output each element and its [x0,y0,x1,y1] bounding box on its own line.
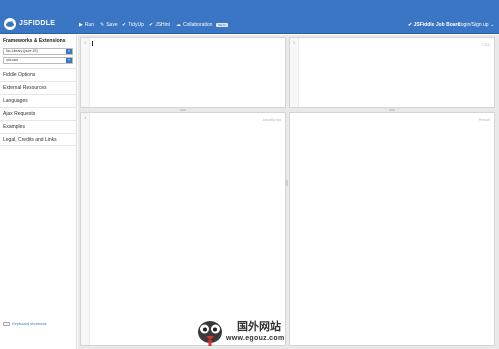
keyboard-shortcuts-label: Keyboard shortcuts [12,321,47,326]
result-panel[interactable]: Result [289,112,495,346]
sidebar-item-ajax-requests[interactable]: Ajax Requests [0,107,77,120]
run-button-label: Run [84,22,95,28]
horizontal-resize-handle[interactable] [180,109,186,111]
editor-panels: 1 1 CSS 1 JavaScript Result [78,35,499,349]
top-navbar: JSFIDDLE ⌄ ▶ Run ✎ Save ✔ TidyUp ✔ JSHin… [0,0,499,34]
javascript-panel-label: JavaScript [262,117,281,122]
load-type-select[interactable]: onLoad ▾ [3,57,73,64]
select-arrow-icon: ▾ [66,49,72,54]
tidyup-button[interactable]: ✔ TidyUp [122,22,144,28]
run-button[interactable]: ▶ Run [79,22,94,28]
egouz-watermark: 国外网站 www.egouz.com [193,316,323,348]
beta-badge: BETA [216,23,229,27]
check-icon: ✔ [122,22,127,28]
jshint-button[interactable]: ✔ JSHint [149,22,170,28]
signin-caret-icon: ⌄ [489,22,495,28]
login-signup-label: Login/Sign up [458,22,489,28]
watermark-url: www.egouz.com [226,335,285,342]
javascript-editor-panel[interactable]: 1 JavaScript [80,112,286,346]
line-number: 1 [293,41,296,45]
html-editor-panel[interactable]: 1 [80,37,286,108]
horizontal-resize-handle[interactable] [389,109,395,111]
jsfiddle-logo-icon[interactable] [4,18,16,30]
framework-select[interactable]: No-Library (pure JS) ▾ [3,48,73,55]
play-icon: ▶ [79,22,83,28]
line-gutter: 1 [81,38,90,107]
sidebar: Frameworks & Extensions No-Library (pure… [0,35,77,349]
save-button-label: Save [106,22,118,28]
sidebar-item-legal[interactable]: Legal, Credits and Links [0,133,77,146]
line-number: 1 [84,41,87,45]
load-type-select-value: onLoad [6,58,18,62]
line-gutter: 1 [290,38,299,107]
login-signup-link[interactable]: Login/Sign up ⌄ [458,22,494,28]
sidebar-item-languages[interactable]: Languages [0,94,77,107]
check-icon: ✔ [408,22,413,28]
sidebar-item-examples[interactable]: Examples [0,120,77,133]
check-icon: ✔ [149,22,154,28]
sidebar-item-external-resources[interactable]: External Resources [0,81,77,94]
sidebar-item-fiddle-options[interactable]: Fiddle Options [0,68,77,81]
brand-dropdown-caret-icon[interactable]: ⌄ [50,21,54,27]
pencil-icon: ✎ [100,22,105,28]
keyboard-icon [3,321,10,326]
jshint-button-label: JSHint [155,22,170,28]
egouz-mascot-icon [198,321,222,346]
select-arrow-icon: ▾ [66,58,72,63]
css-panel-label: CSS [481,42,490,47]
keyboard-shortcuts-link[interactable]: Keyboard shortcuts [3,321,46,326]
cloud-icon: ☁ [176,22,181,28]
css-editor-panel[interactable]: 1 CSS [289,37,495,108]
framework-select-value: No-Library (pure JS) [6,49,38,53]
save-button[interactable]: ✎ Save [100,22,118,28]
job-board-label: JSFiddle Job Board [413,22,461,28]
line-number: 1 [84,116,87,120]
frameworks-heading[interactable]: Frameworks & Extensions [3,38,66,44]
tidyup-button-label: TidyUp [128,22,144,28]
collaboration-button[interactable]: ☁ Collaboration BETA [176,22,229,28]
collaboration-button-label: Collaboration [183,22,213,28]
job-board-link[interactable]: ✔ JSFiddle Job Board [408,22,461,28]
vertical-resize-handle[interactable] [286,180,288,186]
line-gutter: 1 [81,113,90,345]
watermark-chinese-text: 国外网站 [237,321,281,333]
result-panel-label: Result [478,117,490,122]
text-cursor [92,41,93,46]
